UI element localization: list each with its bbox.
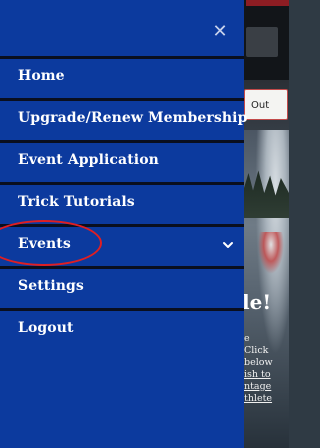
background-body-link[interactable]: ntage (244, 381, 289, 393)
menu-item-label: Logout (18, 320, 74, 336)
background-body-link[interactable]: ish to (244, 369, 289, 381)
background-search-box[interactable] (246, 27, 278, 57)
navigation-drawer: ✕ Home Upgrade/Renew Membership Event Ap… (0, 0, 248, 448)
background-body-line: e (244, 333, 250, 344)
background-accent-stripe (246, 0, 289, 6)
chevron-down-icon[interactable] (222, 239, 234, 251)
menu-item-event-application[interactable]: Event Application (0, 140, 244, 182)
menu-item-home[interactable]: Home (0, 56, 244, 98)
background-logout-button[interactable]: Out (244, 89, 288, 120)
menu-item-label: Home (18, 68, 65, 84)
menu-item-label: Trick Tutorials (18, 194, 135, 210)
menu-item-label: Events (18, 236, 71, 252)
menu-item-label: Event Application (18, 152, 159, 168)
background-body-link[interactable]: thlete (244, 393, 289, 405)
menu-item-events[interactable]: Events (0, 224, 244, 266)
menu-item-logout[interactable]: Logout (0, 308, 244, 350)
menu-item-upgrade-renew-membership[interactable]: Upgrade/Renew Membership (0, 98, 248, 140)
background-body-line: below (244, 357, 273, 368)
close-icon[interactable]: ✕ (208, 20, 232, 44)
menu-item-label: Settings (18, 278, 84, 294)
menu-item-label: Upgrade/Renew Membership (18, 110, 248, 126)
background-body-line: Click (244, 345, 269, 356)
drawer-menu: Home Upgrade/Renew Membership Event Appl… (0, 56, 248, 350)
background-headline: le! (242, 290, 272, 314)
menu-item-settings[interactable]: Settings (0, 266, 244, 308)
menu-item-trick-tutorials[interactable]: Trick Tutorials (0, 182, 244, 224)
background-body-text: e Click below ish to ntage thlete (244, 333, 289, 405)
background-rider-figure (258, 232, 284, 274)
